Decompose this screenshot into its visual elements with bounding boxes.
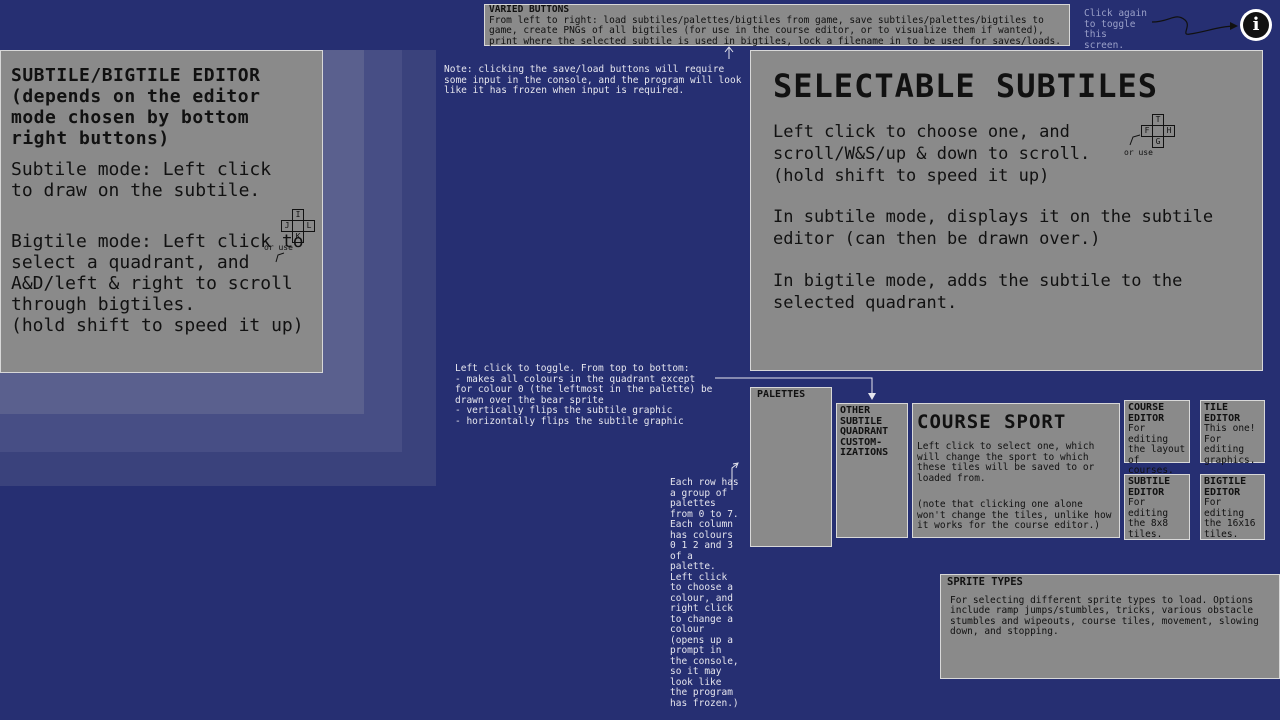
palette-note: Each row has a group of palettes from 0 … (670, 477, 739, 709)
editor-title: SUBTILE/BIGTILE EDITOR (depends on the e… (11, 65, 261, 149)
varied-buttons-box: VARIED BUTTONS From left to right: load … (484, 4, 1070, 46)
quadrant-customizations-panel[interactable]: OTHER SUBTILE QUADRANT CUSTOM- IZATIONS (836, 403, 908, 538)
toggle-note: Left click to toggle. From top to bottom… (455, 363, 713, 427)
key-k: K (292, 231, 304, 243)
bigtile-editor-title: BIGTILE EDITOR (1204, 476, 1247, 498)
palettes-panel[interactable]: PALETTES (750, 387, 832, 547)
varied-buttons-title: VARIED BUTTONS (489, 4, 570, 15)
course-sport-note: (note that clicking one alone won't chan… (917, 499, 1112, 531)
subtile-editor-text: For editing the 8x8 tiles. (1128, 497, 1169, 540)
course-editor-text: For editing the layout of courses. (1128, 423, 1186, 476)
selectable-subtiles-panel[interactable]: SELECTABLE SUBTILES Left click to choose… (750, 50, 1263, 371)
save-note: Note: clicking the save/load buttons wil… (444, 64, 742, 96)
tile-editor-text: This one! For editing graphics. (1204, 423, 1256, 466)
info-hint-text: Click again to toggle this screen. (1084, 8, 1147, 51)
key-g: G (1152, 136, 1164, 148)
subtile-editor-title: SUBTILE EDITOR (1128, 476, 1171, 498)
info-icon[interactable]: i (1240, 9, 1272, 41)
editor-arrow-icon (275, 252, 285, 263)
selectable-line1: Left click to choose one, and scroll/W&S… (773, 122, 1091, 164)
selectable-subtile-mode: In subtile mode, displays it on the subt… (773, 207, 1214, 249)
tile-editor-title: TILE EDITOR (1204, 402, 1241, 424)
palettes-title: PALETTES (757, 389, 806, 400)
key-l: L (303, 220, 315, 232)
course-editor-title: COURSE EDITOR (1128, 402, 1165, 424)
info-arrow-icon (1151, 16, 1238, 35)
save-note-arrow-icon (724, 46, 734, 59)
quadrant-title: OTHER SUBTILE QUADRANT CUSTOM- IZATIONS (840, 405, 889, 458)
selectable-title: SELECTABLE SUBTILES (773, 67, 1159, 105)
subtile-editor-button[interactable]: SUBTILE EDITOR For editing the 8x8 tiles… (1124, 474, 1190, 540)
varied-buttons-text: From left to right: load subtiles/palett… (489, 14, 1061, 47)
course-sport-text: Left click to select one, which will cha… (917, 441, 1095, 484)
subtile-bigtile-editor-panel[interactable]: SUBTILE/BIGTILE EDITOR (depends on the e… (0, 50, 323, 373)
bigtile-editor-text: For editing the 16x16 tiles. (1204, 497, 1256, 540)
selectable-shift-hint: (hold shift to speed it up) (773, 166, 1050, 186)
selectable-or-use: or use (1124, 148, 1153, 157)
course-sport-panel[interactable]: COURSE SPORT Left click to select one, w… (912, 403, 1120, 538)
course-sport-title: COURSE SPORT (917, 411, 1067, 433)
bigtile-editor-button[interactable]: BIGTILE EDITOR For editing the 16x16 til… (1200, 474, 1265, 540)
selectable-arrow-icon (1129, 134, 1141, 146)
course-editor-button[interactable]: COURSE EDITOR For editing the layout of … (1124, 400, 1190, 476)
sprite-types-text: For selecting different sprite types to … (950, 594, 1259, 637)
tile-editor-button[interactable]: TILE EDITOR This one! For editing graphi… (1200, 400, 1265, 466)
subtile-mode-text: Subtile mode: Left click to draw on the … (11, 159, 272, 201)
sprite-types-title: SPRITE TYPES (947, 576, 1023, 588)
editor-shift-hint: (hold shift to speed it up) (11, 315, 304, 336)
sprite-types-panel[interactable]: SPRITE TYPES For selecting different spr… (940, 574, 1280, 679)
key-h: H (1163, 125, 1175, 137)
selectable-bigtile-mode: In bigtile mode, adds the subtile to the… (773, 271, 1183, 313)
